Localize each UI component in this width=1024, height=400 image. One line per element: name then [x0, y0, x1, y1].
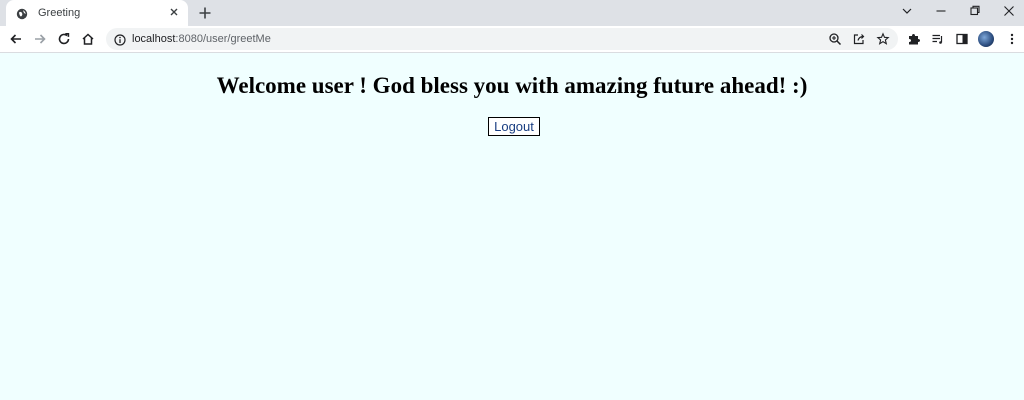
- kebab-menu-icon[interactable]: [1003, 30, 1021, 48]
- home-icon[interactable]: [79, 30, 97, 48]
- tab-title: Greeting: [38, 7, 81, 19]
- profile-avatar-image: [978, 31, 994, 47]
- tab-strip: Greeting: [0, 0, 1024, 26]
- close-icon[interactable]: [167, 5, 181, 19]
- plus-icon[interactable]: [196, 4, 214, 22]
- address-bar[interactable]: localhost:8080/user/greetMe: [106, 28, 898, 50]
- reload-icon[interactable]: [55, 30, 73, 48]
- tab-greeting[interactable]: Greeting: [6, 0, 188, 26]
- puzzle-icon[interactable]: [905, 30, 923, 48]
- browser-window: Greeting localhost:8080/user/greetMe Wel…: [0, 0, 1024, 400]
- media-queue-icon[interactable]: [929, 30, 947, 48]
- chevron-down-icon[interactable]: [890, 0, 924, 24]
- restore-icon[interactable]: [958, 0, 992, 24]
- zoom-icon[interactable]: [828, 32, 842, 46]
- logout-button[interactable]: Logout: [488, 117, 540, 136]
- avatar[interactable]: [977, 30, 995, 48]
- page-content: Welcome user ! God bless you with amazin…: [0, 53, 1024, 400]
- share-icon[interactable]: [852, 32, 866, 46]
- page-title: Welcome user ! God bless you with amazin…: [216, 73, 808, 98]
- browser-toolbar: localhost:8080/user/greetMe: [0, 26, 1024, 53]
- url-host: localhost: [132, 33, 176, 45]
- arrow-right-icon[interactable]: [31, 30, 49, 48]
- star-icon[interactable]: [876, 32, 890, 46]
- minimize-icon[interactable]: [924, 0, 958, 24]
- globe-icon: [16, 7, 28, 20]
- side-panel-icon[interactable]: [953, 30, 971, 48]
- url-path: :8080/user/greetMe: [175, 33, 271, 45]
- url-text: localhost:8080/user/greetMe: [132, 32, 271, 46]
- arrow-left-icon[interactable]: [7, 30, 25, 48]
- close-icon[interactable]: [992, 0, 1024, 24]
- info-icon[interactable]: [114, 33, 126, 46]
